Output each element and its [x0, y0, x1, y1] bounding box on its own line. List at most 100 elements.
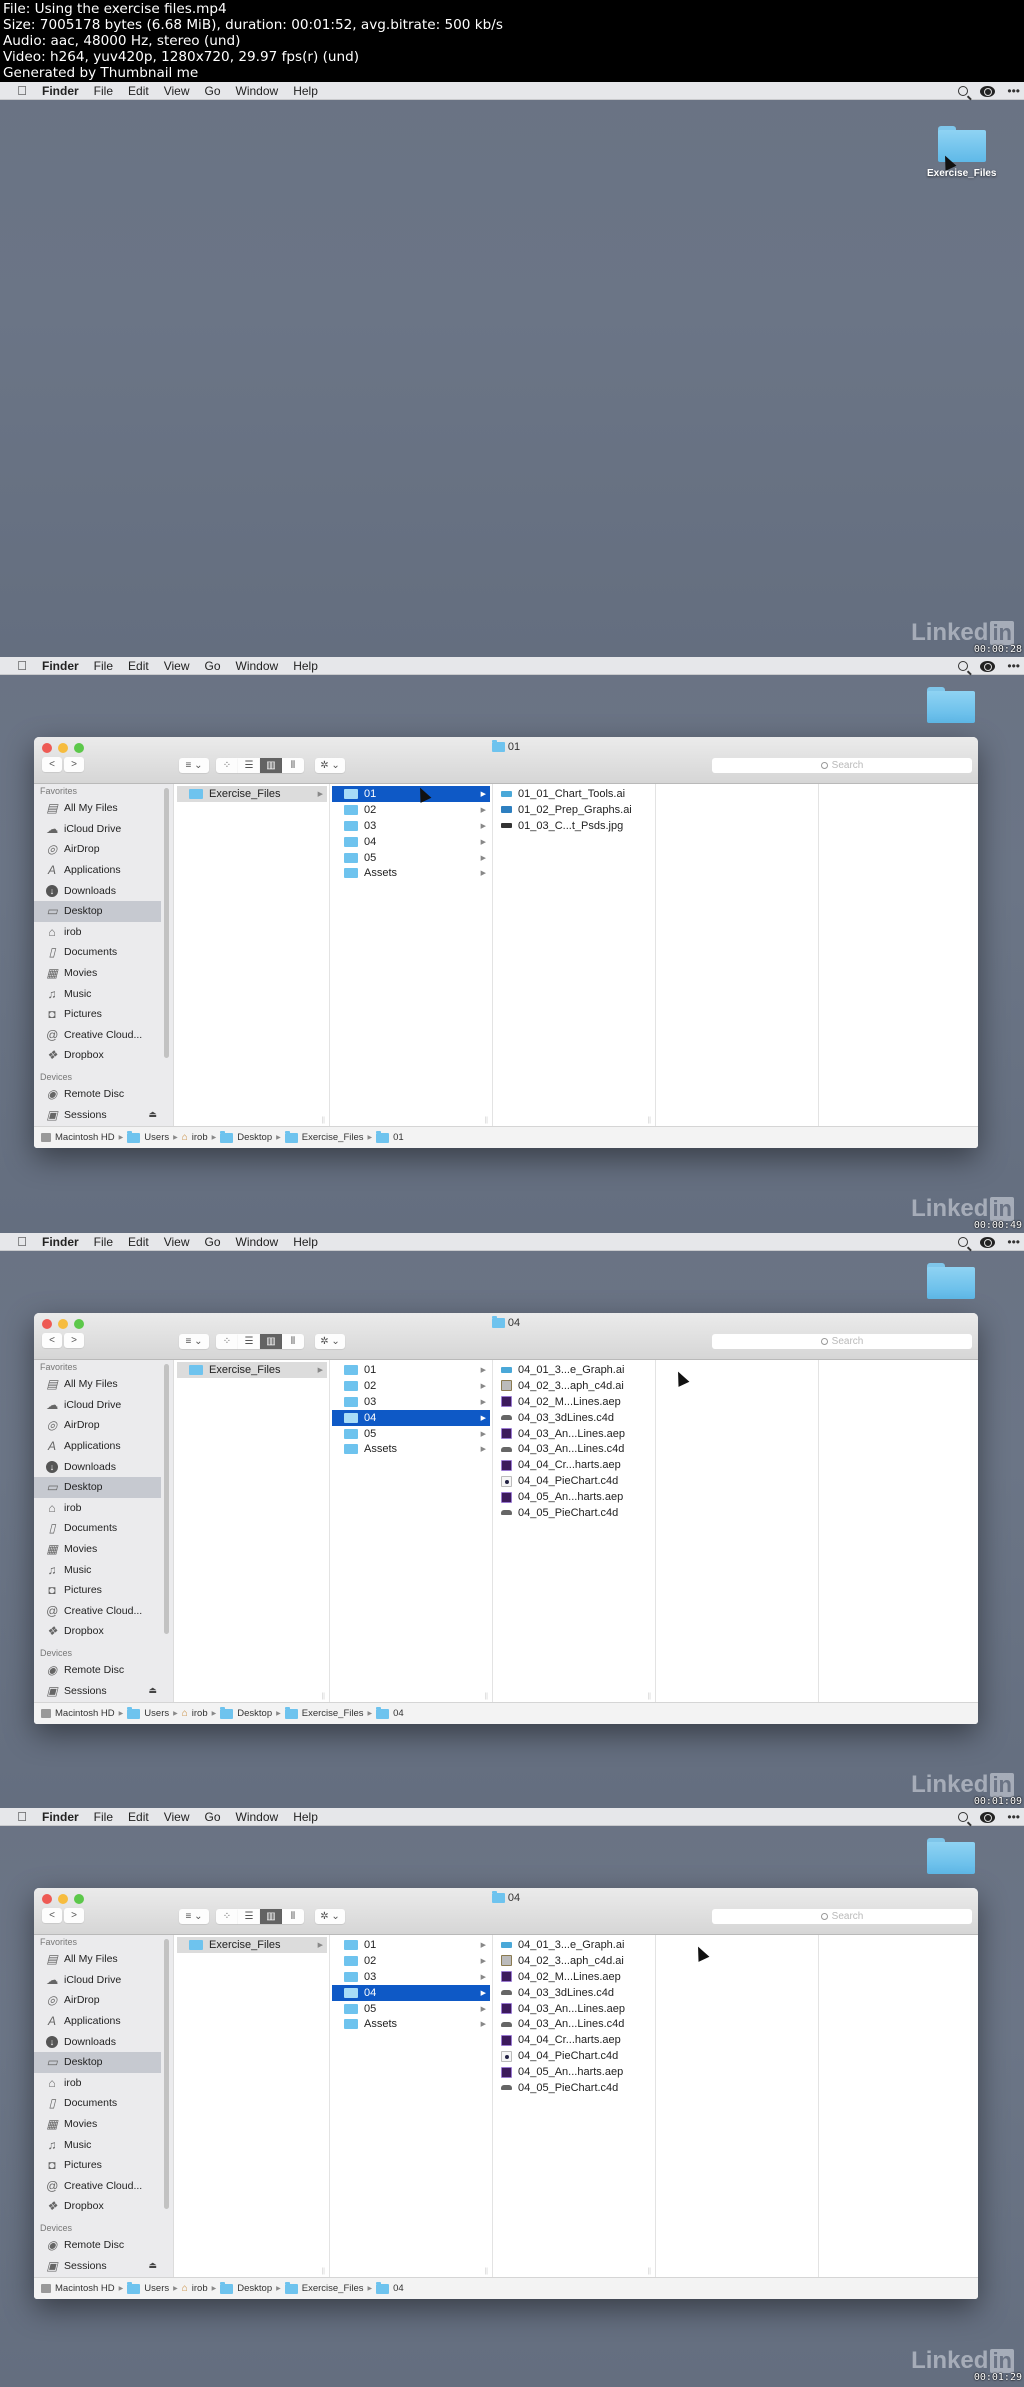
forward-button[interactable]: >	[64, 757, 84, 772]
sidebar-item-creative-cloud[interactable]: @ Creative Cloud...	[34, 1601, 173, 1622]
column-view-button[interactable]: ▥	[260, 758, 282, 773]
desktop-folder-exercise-files[interactable]	[927, 687, 975, 723]
search-input[interactable]: Search	[712, 1334, 972, 1349]
sidebar-item-all-my-files[interactable]: ▤ All My Files	[34, 798, 173, 819]
list-item[interactable]: Exercise_Files ▶	[177, 786, 327, 802]
menu-go[interactable]: Go	[205, 1810, 221, 1824]
list-item[interactable]: 01_01_Chart_Tools.ai	[495, 786, 653, 802]
creative-cloud-icon[interactable]	[980, 1236, 996, 1248]
apple-logo-icon[interactable]: 	[15, 83, 29, 98]
column-resize-handle[interactable]: ||	[321, 1693, 325, 1700]
list-item[interactable]: 03 ▶	[332, 1394, 490, 1410]
list-item[interactable]: Assets ▶	[332, 2016, 490, 2032]
list-view-button[interactable]: ☰	[238, 1334, 260, 1349]
sidebar-item-movies[interactable]: ▦ Movies	[34, 2114, 173, 2135]
menu-file[interactable]: File	[94, 1235, 113, 1249]
spotlight-search-icon[interactable]	[958, 661, 969, 671]
list-item[interactable]: 01 ▶	[332, 786, 490, 802]
menu-window[interactable]: Window	[236, 1235, 279, 1249]
list-item[interactable]: 04_03_3dLines.c4d	[495, 1985, 653, 2001]
sidebar-item-airdrop[interactable]: ◎ AirDrop	[34, 839, 173, 860]
list-item[interactable]: 02 ▶	[332, 802, 490, 818]
path-segment[interactable]: Users	[144, 1132, 169, 1143]
arrange-button[interactable]: ≡ ⌄	[179, 1334, 209, 1349]
list-item[interactable]: 04_04_PieChart.c4d	[495, 1473, 653, 1489]
list-item[interactable]: 04_03_An...Lines.c4d	[495, 1441, 653, 1457]
menu-help[interactable]: Help	[293, 1235, 318, 1249]
sidebar-item-remote-disc[interactable]: ◉ Remote Disc	[34, 2235, 173, 2256]
column-resize-handle[interactable]: ||	[647, 1117, 651, 1124]
sidebar-item-remote-disc[interactable]: ◉ Remote Disc	[34, 1084, 173, 1105]
column-resize-handle[interactable]: ||	[484, 2268, 488, 2275]
list-item[interactable]: 04_05_PieChart.c4d	[495, 2080, 653, 2096]
sidebar-item-music[interactable]: ♫ Music	[34, 2134, 173, 2155]
menu-edit[interactable]: Edit	[128, 1235, 149, 1249]
menu-view[interactable]: View	[164, 1235, 190, 1249]
sidebar-item-dropbox[interactable]: ❖ Dropbox	[34, 1621, 173, 1642]
apple-logo-icon[interactable]: 	[15, 1809, 29, 1824]
menu-help[interactable]: Help	[293, 659, 318, 673]
list-item[interactable]: 01 ▶	[332, 1362, 490, 1378]
more-icon[interactable]: •••	[1007, 84, 1020, 98]
list-view-button[interactable]: ☰	[238, 1909, 260, 1924]
path-segment[interactable]: irob	[192, 1708, 208, 1719]
list-item[interactable]: 04_05_An...harts.aep	[495, 1489, 653, 1505]
list-item[interactable]: 04_02_3...aph_c4d.ai	[495, 1378, 653, 1394]
sidebar-item-irob[interactable]: ⌂ irob	[34, 922, 173, 943]
desktop-folder-exercise-files[interactable]: Exercise_Files	[927, 126, 997, 179]
path-segment[interactable]: 01	[393, 1132, 404, 1143]
path-segment[interactable]: Macintosh HD	[55, 1132, 115, 1143]
eject-icon[interactable]: ⏏	[148, 1109, 157, 1120]
menu-app-name[interactable]: Finder	[42, 659, 79, 673]
apple-logo-icon[interactable]: 	[15, 658, 29, 673]
apple-logo-icon[interactable]: 	[15, 1234, 29, 1249]
path-segment[interactable]: Exercise_Files	[302, 2283, 364, 2294]
arrange-button[interactable]: ≡ ⌄	[179, 1909, 209, 1924]
path-segment[interactable]: irob	[192, 2283, 208, 2294]
list-item[interactable]: 04_02_M...Lines.aep	[495, 1394, 653, 1410]
sidebar-item-documents[interactable]: ▯ Documents	[34, 942, 173, 963]
sidebar-item-pictures[interactable]: ◘ Pictures	[34, 1004, 173, 1025]
sidebar-item-creative-cloud[interactable]: @ Creative Cloud...	[34, 1025, 173, 1046]
list-item[interactable]: 04_01_3...e_Graph.ai	[495, 1362, 653, 1378]
list-item[interactable]: 02 ▶	[332, 1953, 490, 1969]
list-item[interactable]: 02 ▶	[332, 1378, 490, 1394]
sidebar-item-desktop[interactable]: ▭ Desktop	[34, 900, 161, 922]
forward-button[interactable]: >	[64, 1908, 84, 1923]
path-segment[interactable]: 04	[393, 1708, 404, 1719]
spotlight-search-icon[interactable]	[958, 1237, 969, 1247]
action-button[interactable]: ✲ ⌄	[315, 1334, 345, 1349]
forward-button[interactable]: >	[64, 1333, 84, 1348]
menu-app-name[interactable]: Finder	[42, 84, 79, 98]
arrange-button[interactable]: ≡ ⌄	[179, 758, 209, 773]
sidebar-item-pictures[interactable]: ◘ Pictures	[34, 1580, 173, 1601]
path-segment[interactable]: Desktop	[237, 1132, 272, 1143]
list-item[interactable]: 03 ▶	[332, 1969, 490, 1985]
list-item[interactable]: 04_05_An...harts.aep	[495, 2064, 653, 2080]
sidebar-item-sessions[interactable]: ▣ Sessions ⏏	[34, 1680, 173, 1701]
desktop-folder-exercise-files[interactable]	[927, 1838, 975, 1874]
list-item[interactable]: 04_03_An...Lines.c4d	[495, 2016, 653, 2032]
coverflow-view-button[interactable]: ⫴	[282, 1334, 304, 1349]
sidebar-item-desktop[interactable]: ▭ Desktop	[34, 1476, 161, 1498]
icon-view-button[interactable]: ⁘	[216, 1909, 238, 1924]
back-button[interactable]: <	[42, 1908, 62, 1923]
list-item[interactable]: 04_03_An...Lines.aep	[495, 2001, 653, 2017]
sidebar-item-music[interactable]: ♫ Music	[34, 1559, 173, 1580]
list-item[interactable]: 05 ▶	[332, 850, 490, 866]
column-view-button[interactable]: ▥	[260, 1334, 282, 1349]
menu-help[interactable]: Help	[293, 84, 318, 98]
list-item[interactable]: 04_04_Cr...harts.aep	[495, 2032, 653, 2048]
icon-view-button[interactable]: ⁘	[216, 1334, 238, 1349]
eject-icon[interactable]: ⏏	[148, 2260, 157, 2271]
icon-view-button[interactable]: ⁘	[216, 758, 238, 773]
list-item[interactable]: 05 ▶	[332, 1426, 490, 1442]
menu-edit[interactable]: Edit	[128, 659, 149, 673]
menu-help[interactable]: Help	[293, 1810, 318, 1824]
column-view-button[interactable]: ▥	[260, 1909, 282, 1924]
menu-go[interactable]: Go	[205, 1235, 221, 1249]
list-item[interactable]: 04_04_Cr...harts.aep	[495, 1457, 653, 1473]
path-segment[interactable]: irob	[192, 1132, 208, 1143]
creative-cloud-icon[interactable]	[980, 85, 996, 97]
menu-view[interactable]: View	[164, 659, 190, 673]
